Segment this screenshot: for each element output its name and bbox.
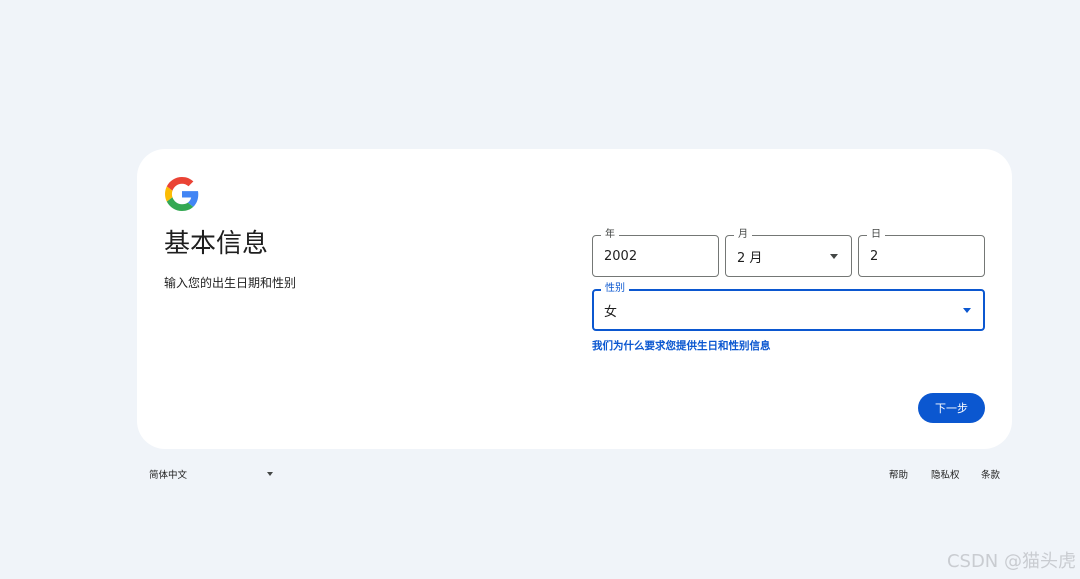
year-value: 2002 xyxy=(604,236,637,276)
chevron-down-icon xyxy=(267,472,273,476)
day-value: 2 xyxy=(870,236,878,276)
google-logo-icon xyxy=(165,177,199,211)
page-subtitle: 输入您的出生日期和性别 xyxy=(164,274,296,292)
page: 基本信息 输入您的出生日期和性别 年 2002 月 2 月 日 2 性别 女 我… xyxy=(0,0,1080,579)
why-birthday-gender-link[interactable]: 我们为什么要求您提供生日和性别信息 xyxy=(592,338,771,353)
language-value: 简体中文 xyxy=(149,467,187,481)
privacy-link[interactable]: 隐私权 xyxy=(931,467,960,481)
day-input[interactable]: 日 2 xyxy=(858,235,985,277)
help-link[interactable]: 帮助 xyxy=(889,467,908,481)
watermark: CSDN @猫头虎 xyxy=(947,547,1076,573)
language-select[interactable]: 简体中文 xyxy=(149,466,275,482)
terms-link[interactable]: 条款 xyxy=(981,467,1000,481)
year-input[interactable]: 年 2002 xyxy=(592,235,719,277)
month-value: 2 月 xyxy=(737,236,762,276)
gender-select[interactable]: 性别 女 xyxy=(592,289,985,331)
page-title: 基本信息 xyxy=(164,227,268,261)
next-button[interactable]: 下一步 xyxy=(918,393,985,423)
chevron-down-icon xyxy=(830,254,838,259)
signup-card: 基本信息 输入您的出生日期和性别 年 2002 月 2 月 日 2 性别 女 我… xyxy=(137,149,1012,449)
gender-value: 女 xyxy=(604,291,617,329)
chevron-down-icon xyxy=(963,308,971,313)
month-select[interactable]: 月 2 月 xyxy=(725,235,852,277)
